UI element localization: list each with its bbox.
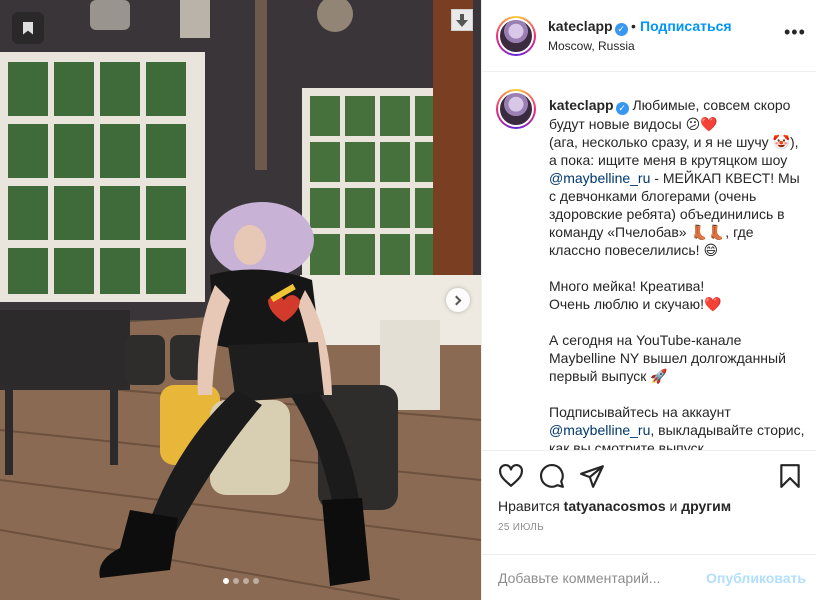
likes-mid: и [669, 498, 678, 514]
chevron-right-icon [451, 295, 462, 305]
caption-username[interactable]: kateclapp [549, 97, 614, 113]
more-options-icon[interactable]: ••• [784, 22, 806, 43]
carousel-dot [232, 578, 239, 584]
carousel-dot [222, 578, 229, 584]
comment-input[interactable] [498, 569, 698, 587]
save-to-pinterest-button[interactable] [12, 12, 44, 44]
post-actions: Нравится tatyanacosmos и другим 25 июль … [482, 450, 816, 600]
mention-link[interactable]: @maybelline_ru [549, 422, 650, 438]
comment-icon[interactable] [539, 463, 565, 489]
post-photo[interactable] [0, 0, 481, 600]
caption-avatar-image [498, 91, 534, 127]
caption-paragraph-3: А сегодня на YouTube-канале Maybelline N… [549, 332, 786, 384]
caption-paragraph-4: Подписывайтесь на аккаунт @maybelline_ru… [549, 403, 805, 450]
next-photo-button[interactable] [446, 288, 470, 312]
heart-icon[interactable] [498, 463, 524, 489]
caption-text-4: Подписывайтесь на аккаунт [549, 404, 731, 420]
liker-username[interactable]: tatyanacosmos [564, 498, 666, 514]
caption-paragraph-2: Много мейка! Креатива! Очень люблю и ску… [549, 278, 722, 312]
save-icon[interactable] [777, 463, 803, 489]
share-icon[interactable] [579, 463, 605, 489]
likes-prefix: Нравится [498, 498, 560, 514]
caption-text: kateclapp ✓ Любимые, совсем скоро будут н… [549, 96, 805, 450]
avatar[interactable] [496, 16, 536, 56]
caption-section: kateclapp ✓ Любимые, совсем скоро будут н… [482, 72, 816, 450]
publish-button[interactable]: Опубликовать [706, 570, 806, 586]
caption-paragraph-1: kateclapp ✓ Любимые, совсем скоро будут н… [549, 96, 805, 259]
caption-avatar[interactable] [496, 89, 536, 129]
verified-icon: ✓ [614, 23, 628, 36]
photo-scene [0, 0, 481, 600]
carousel-dot [252, 578, 259, 584]
carousel-indicator [0, 578, 481, 584]
likes-summary: Нравится tatyanacosmos и другим [498, 498, 731, 514]
carousel-dot [242, 578, 249, 584]
post-header: kateclapp ✓ • Подписаться Moscow, Russia … [482, 0, 816, 72]
username-text: kateclapp [548, 18, 613, 34]
follow-button[interactable]: Подписаться [640, 18, 732, 34]
mention-link[interactable]: @maybelline_ru [549, 170, 650, 186]
download-button[interactable] [451, 9, 473, 31]
verified-icon: ✓ [615, 102, 629, 115]
download-arrow [456, 19, 468, 27]
bookmark-icon [23, 21, 33, 35]
separator-bullet: • [631, 18, 636, 34]
post-date[interactable]: 25 июль [498, 522, 544, 533]
username-link[interactable]: kateclapp ✓ [548, 18, 628, 36]
likes-others-link[interactable]: другим [681, 498, 731, 514]
comment-form: Опубликовать [482, 554, 816, 600]
location-link[interactable]: Moscow, Russia [548, 39, 635, 53]
post-side-panel: kateclapp ✓ • Подписаться Moscow, Russia … [481, 0, 816, 600]
avatar-image [498, 18, 534, 54]
